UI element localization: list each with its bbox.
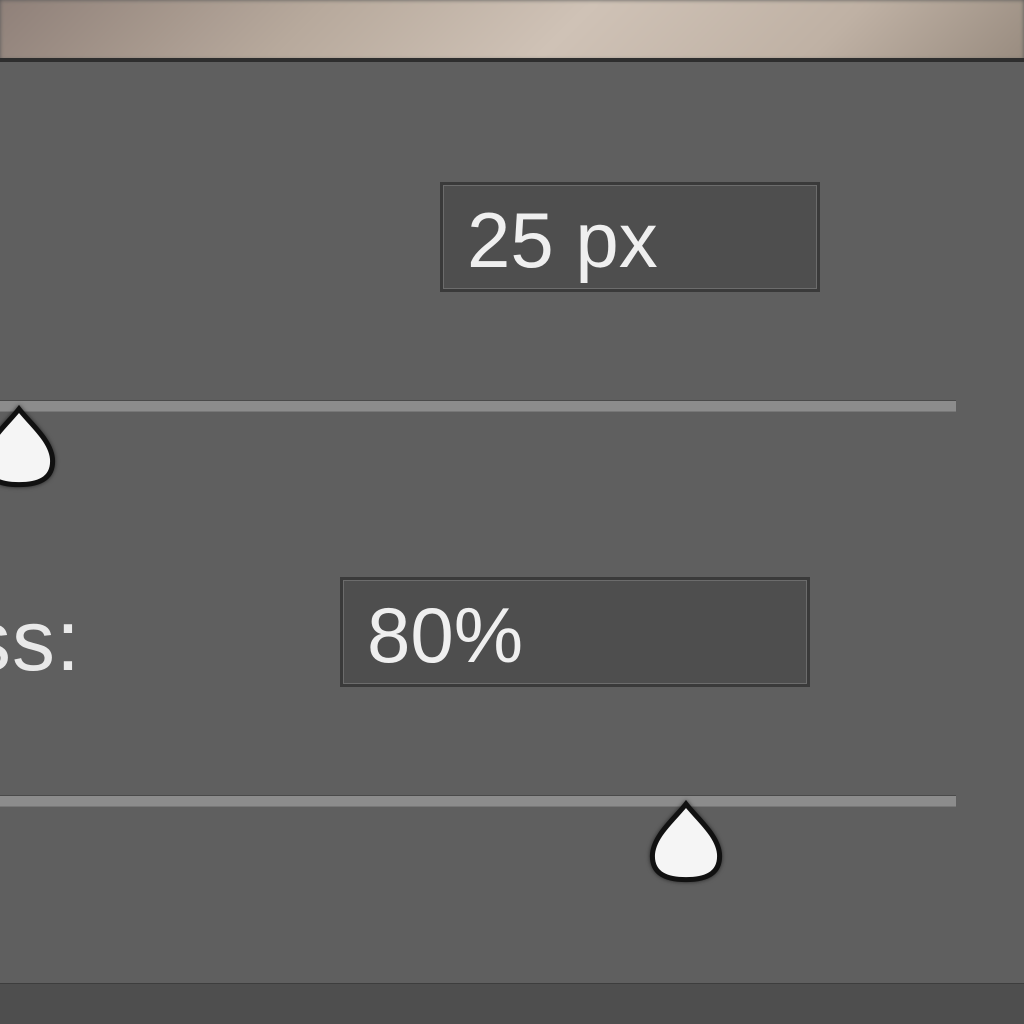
- slider-track: [0, 400, 956, 412]
- slider-track: [0, 795, 956, 807]
- brush-options-panel: Size: 25 px Hardness: 80%: [0, 62, 1024, 1024]
- slider-thumb-icon: [0, 404, 61, 488]
- hardness-slider-thumb[interactable]: [644, 799, 728, 883]
- size-input[interactable]: 25 px: [440, 182, 820, 292]
- hardness-slider[interactable]: [0, 789, 956, 809]
- size-slider-thumb[interactable]: [0, 404, 61, 488]
- panel-bottom-strip: [0, 983, 1024, 1024]
- hardness-label: Hardness:: [0, 592, 81, 691]
- size-slider[interactable]: [0, 394, 956, 414]
- slider-thumb-icon: [644, 799, 728, 883]
- canvas-image-strip: [0, 0, 1024, 60]
- hardness-input[interactable]: 80%: [340, 577, 810, 687]
